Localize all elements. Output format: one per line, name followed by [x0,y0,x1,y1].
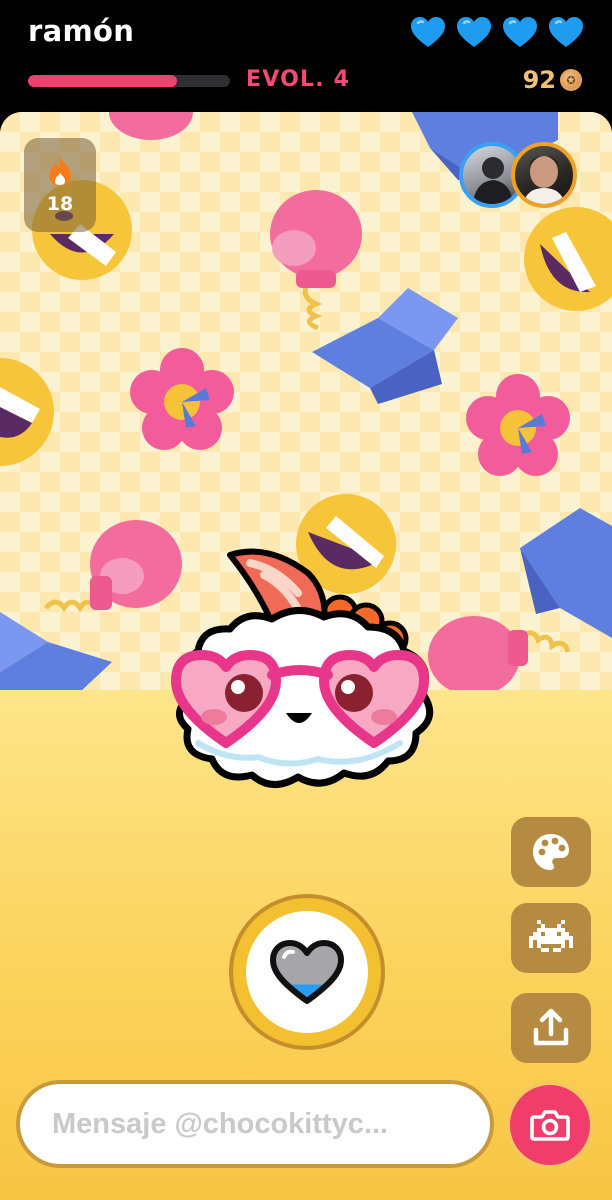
gift-box-icon [312,288,458,404]
heart-icon [411,17,445,47]
feed-heart-inner [246,911,368,1033]
message-input[interactable] [52,1107,490,1141]
coin-icon: ✪ [560,69,582,91]
pet-stage: 18 [0,112,612,1200]
flame-icon [49,156,71,186]
lives-hearts [410,16,584,48]
character-button[interactable] [511,903,591,973]
coin-balance[interactable]: 92 ✪ [523,66,582,94]
camera-button[interactable] [506,1081,594,1169]
evolution-progress-fill [28,75,178,87]
friend-avatar[interactable] [511,142,577,208]
person-silhouette-icon [523,156,565,204]
heart-icon [503,17,537,47]
gift-box-icon [0,612,112,692]
laughing-emoji-icon [0,358,54,466]
username[interactable]: ramón [28,14,134,48]
flower-icon [466,374,570,476]
palette-button[interactable] [511,817,591,887]
boxing-glove-icon [109,112,193,140]
palette-icon [533,834,569,870]
streak-counter[interactable]: 18 [24,138,96,232]
top-bar: ramón EVOL. 4 92 ✪ [0,0,612,112]
feed-heart-button[interactable] [229,894,385,1050]
evolution-progress-bar [28,75,230,87]
space-invader-icon [529,920,573,952]
coin-count: 92 [522,66,556,94]
camera-icon [530,1110,570,1141]
evolution-label: EVOL. 4 [246,67,351,92]
heart-meter-icon [270,940,344,1004]
share-icon [533,1008,569,1046]
sushi-pet[interactable] [168,547,446,797]
streak-count: 18 [46,193,74,215]
flower-icon [130,348,234,450]
gift-box-icon [520,508,612,638]
laughing-emoji-icon [524,207,612,311]
heart-icon [549,17,583,47]
heart-icon [457,17,491,47]
share-button[interactable] [511,993,591,1063]
message-composer[interactable] [16,1080,494,1168]
